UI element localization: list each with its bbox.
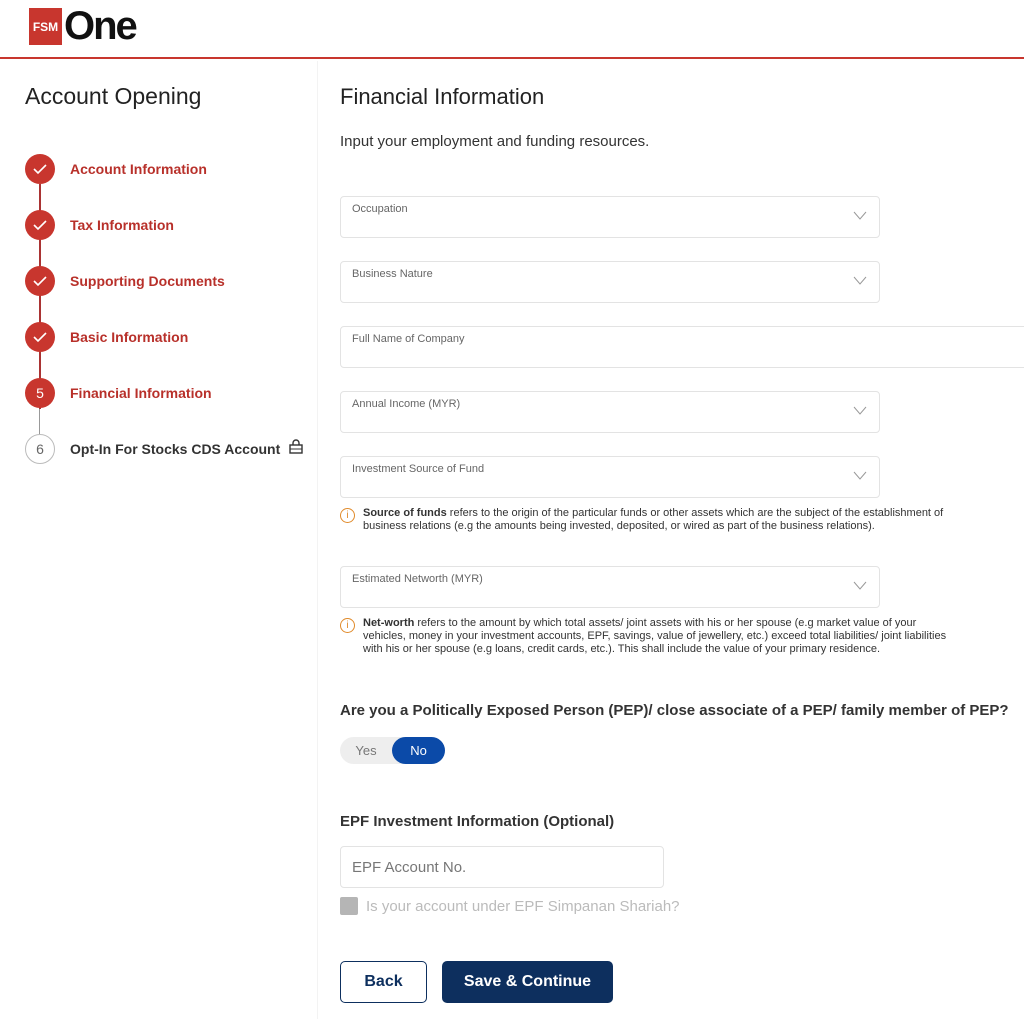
annual-income-select[interactable]: Annual Income (MYR) — [340, 391, 880, 433]
field-label: Full Name of Company — [352, 333, 465, 345]
step-label: Opt-In For Stocks CDS Account — [70, 441, 281, 457]
info-icon: i — [340, 508, 355, 523]
back-button[interactable]: Back — [340, 961, 427, 1003]
epf-shariah-label: Is your account under EPF Simpanan Shari… — [366, 898, 680, 915]
step-number: 6 — [25, 434, 55, 464]
check-icon — [25, 210, 55, 240]
step-6[interactable]: 6 Opt-In For Stocks CDS Account — [25, 434, 303, 464]
business-nature-select[interactable]: Business Nature — [340, 261, 880, 303]
save-continue-button[interactable]: Save & Continue — [442, 961, 613, 1003]
epf-heading: EPF Investment Information (Optional) — [340, 813, 615, 830]
sidebar: Account Opening — [0, 61, 318, 1019]
step-number: 5 — [25, 378, 55, 408]
step-4[interactable]: Basic Information — [25, 322, 188, 352]
step-label: Supporting Documents — [70, 273, 225, 289]
step-label: Financial Information — [70, 385, 212, 401]
field-label: Business Nature — [352, 268, 433, 280]
step-label: Account Information — [70, 161, 207, 177]
info-icon: i — [340, 618, 355, 633]
header: FSM One — [0, 0, 1024, 59]
check-icon — [25, 266, 55, 296]
logo[interactable]: FSM One — [29, 4, 138, 48]
pep-toggle: Yes No — [340, 737, 445, 764]
pep-yes-option[interactable]: Yes — [340, 737, 392, 764]
page-subtitle: Input your employment and funding resour… — [340, 133, 650, 150]
field-label: Estimated Networth (MYR) — [352, 573, 483, 585]
chevron-down-icon — [853, 581, 867, 590]
info-bold: Source of funds — [363, 507, 447, 519]
source-of-funds-info: i Source of funds refers to the origin of… — [340, 507, 960, 533]
chevron-down-icon — [853, 471, 867, 480]
info-text: refers to the origin of the particular f… — [363, 507, 944, 532]
pep-question: Are you a Politically Exposed Person (PE… — [340, 702, 1009, 719]
chevron-down-icon — [853, 406, 867, 415]
chevron-down-icon — [853, 276, 867, 285]
step-label: Basic Information — [70, 329, 189, 345]
sidebar-title: Account Opening — [25, 83, 202, 109]
pep-no-option[interactable]: No — [392, 737, 445, 764]
page-title: Financial Information — [340, 84, 545, 109]
check-icon — [25, 322, 55, 352]
lock-icon — [289, 439, 303, 459]
step-label: Tax Information — [70, 217, 174, 233]
info-text: refers to the amount by which total asse… — [363, 617, 947, 655]
field-label: Investment Source of Fund — [352, 463, 485, 475]
step-5[interactable]: 5 Financial Information — [25, 378, 212, 408]
source-of-fund-select[interactable]: Investment Source of Fund — [340, 456, 880, 498]
networth-info: i Net-worth refers to the amount by which… — [340, 617, 960, 656]
check-icon — [25, 154, 55, 184]
step-1[interactable]: Account Information — [25, 154, 207, 184]
step-3[interactable]: Supporting Documents — [25, 266, 225, 296]
networth-select[interactable]: Estimated Networth (MYR) — [340, 566, 880, 608]
epf-account-input[interactable] — [340, 846, 664, 888]
step-2[interactable]: Tax Information — [25, 210, 174, 240]
company-name-input[interactable]: Full Name of Company — [340, 326, 1024, 368]
field-label: Occupation — [352, 203, 408, 215]
field-label: Annual Income (MYR) — [352, 398, 461, 410]
epf-shariah-checkbox[interactable] — [340, 897, 358, 915]
chevron-down-icon — [853, 211, 867, 220]
occupation-select[interactable]: Occupation — [340, 196, 880, 238]
logo-text: One — [64, 4, 138, 48]
info-bold: Net-worth — [363, 617, 415, 629]
logo-box: FSM — [29, 8, 62, 45]
stepper-line-todo — [39, 409, 40, 435]
